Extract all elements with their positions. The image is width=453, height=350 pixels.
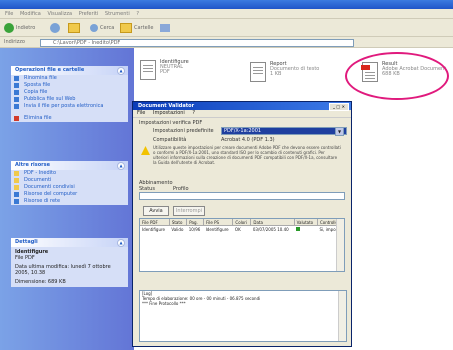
folder-up-icon xyxy=(68,22,80,33)
dialog-menu-help[interactable]: ? xyxy=(192,110,195,116)
highlight-ellipse xyxy=(345,52,449,100)
menu-favorites[interactable]: Preferiti xyxy=(79,11,99,17)
log-scrollbar[interactable] xyxy=(338,291,346,341)
place-pdf-inedito[interactable]: PDF - Inedito xyxy=(11,170,128,177)
profile-label: Impostazioni predefinite xyxy=(153,128,214,134)
menu-file[interactable]: File xyxy=(5,11,13,17)
address-input[interactable]: C:\Lavori\PDF - Inedito\PDF xyxy=(40,39,354,47)
verify-settings-label: Impostazioni verifica PDF xyxy=(139,120,203,126)
text-file-icon xyxy=(250,62,266,82)
results-scrollbar[interactable] xyxy=(336,219,344,271)
computer-icon xyxy=(14,192,19,197)
views-button[interactable] xyxy=(160,22,170,33)
dialog-window-controls[interactable]: _ □ ✕ xyxy=(329,103,349,111)
menu-help[interactable]: ? xyxy=(136,11,139,17)
cell-pages: 10/96 xyxy=(188,226,201,232)
warning-icon xyxy=(141,146,150,155)
results-list[interactable]: File PDF Stato Pag. File PS Colori Data … xyxy=(139,218,345,272)
menu-view[interactable]: Visualizza xyxy=(47,11,72,17)
back-button[interactable]: Indietro xyxy=(4,22,35,33)
log-output[interactable]: [Log] Tempo di elaborazione: 00 ore - 00… xyxy=(139,290,347,342)
tasks-panel: Operazioni file e cartelle ▲ Rinomina fi… xyxy=(11,66,128,122)
tasks-panel-header[interactable]: Operazioni file e cartelle ▲ xyxy=(11,66,128,75)
up-folder-button[interactable] xyxy=(68,22,80,33)
network-icon xyxy=(14,199,19,204)
details-type: File PDF xyxy=(15,255,35,261)
folder-icon xyxy=(14,185,19,190)
profile-description: Utilizzare queste impostazioni per crear… xyxy=(153,145,341,165)
copy-icon xyxy=(14,90,19,95)
task-email[interactable]: Invia il file per posta elettronica xyxy=(11,103,128,115)
place-risorse-computer[interactable]: Risorse del computer xyxy=(11,191,128,198)
place-risorse-rete[interactable]: Risorse di rete xyxy=(11,198,128,205)
dialog-menu-file[interactable]: File xyxy=(137,110,145,116)
details-modified: Data ultima modifica: lunedì 7 ottobre 2… xyxy=(15,264,111,276)
forward-arrow-icon xyxy=(50,22,60,33)
start-button[interactable]: Avvia xyxy=(143,206,169,216)
dialog-menu-settings[interactable]: Impostazioni xyxy=(153,110,185,116)
compat-value: Acrobat 4.0 (PDF 1.3) xyxy=(221,137,275,143)
dropdown-arrow-icon[interactable]: ▼ xyxy=(335,127,344,136)
task-copy[interactable]: Copia file xyxy=(11,89,128,96)
cell-file: Identifigure xyxy=(142,226,166,232)
search-icon xyxy=(90,23,98,32)
place-documenti-condivisi[interactable]: Documenti condivisi xyxy=(11,184,128,191)
task-rename[interactable]: Rinomina file xyxy=(11,75,128,82)
web-icon xyxy=(14,97,19,102)
attachments-field[interactable] xyxy=(139,192,345,200)
views-icon xyxy=(160,23,170,32)
rename-icon xyxy=(14,76,19,81)
search-button[interactable]: Cerca xyxy=(90,22,114,33)
address-label: Indirizzo xyxy=(4,39,25,45)
compat-label: Compatibilità xyxy=(153,137,187,143)
folder-icon xyxy=(14,171,19,176)
places-panel: Altre risorse ▲ PDF - Inedito Documenti … xyxy=(11,161,128,205)
menu-bar: File Modifica Visualizza Preferiti Strum… xyxy=(0,9,453,19)
cell-colors: OK xyxy=(234,226,241,232)
menu-tools[interactable]: Strumenti xyxy=(105,11,130,17)
back-arrow-icon xyxy=(4,22,14,33)
results-table: File PDF Stato Pag. File PS Colori Data … xyxy=(140,219,344,232)
task-delete[interactable]: Elimina file xyxy=(11,115,128,122)
collapse-icon[interactable]: ▲ xyxy=(117,239,125,247)
collapse-icon[interactable]: ▲ xyxy=(117,67,125,75)
task-pane: Operazioni file e cartelle ▲ Rinomina fi… xyxy=(0,48,134,350)
check-icon xyxy=(296,226,301,231)
stop-button[interactable]: Interrompi xyxy=(173,206,205,216)
dialog-title: Document Validator xyxy=(138,103,195,109)
toolbar: Indietro Cerca Cartelle xyxy=(0,19,453,37)
window-titlebar xyxy=(0,0,453,9)
details-size: Dimensione: 689 KB xyxy=(15,279,66,285)
folders-icon xyxy=(120,22,132,33)
details-body: Identifigure File PDF Data ultima modifi… xyxy=(11,247,128,287)
details-panel: Dettagli ▲ Identifigure File PDF Data ul… xyxy=(11,238,128,287)
folders-button[interactable]: Cartelle xyxy=(120,22,154,33)
place-documenti[interactable]: Documenti xyxy=(11,177,128,184)
cell-status: Valido xyxy=(171,226,184,232)
file-report[interactable]: Report Documento di testo 1 KB xyxy=(250,62,319,82)
table-row[interactable]: Identifigure Valido 10/96 Identifigure O… xyxy=(140,226,344,233)
log-line: *** Fine Protocollo *** xyxy=(142,301,186,306)
collapse-icon[interactable]: ▲ xyxy=(117,162,125,170)
task-publish[interactable]: Pubblica file sul Web xyxy=(11,96,128,103)
dialog-menu: File Impostazioni ? xyxy=(133,110,351,118)
cell-date: 03/07/2005 10.40 xyxy=(252,226,289,232)
details-panel-header[interactable]: Dettagli ▲ xyxy=(11,238,128,247)
delete-icon xyxy=(14,116,19,121)
menu-edit[interactable]: Modifica xyxy=(20,11,41,17)
move-icon xyxy=(14,83,19,88)
email-icon xyxy=(14,104,19,109)
cell-evaluated xyxy=(294,226,317,233)
file-identifigure[interactable]: Identifigure NEUTRAL PDF xyxy=(140,60,189,80)
profile-select[interactable]: PDF/X-1a:2001 xyxy=(221,127,347,135)
document-icon xyxy=(140,60,156,80)
places-panel-header[interactable]: Altre risorse ▲ xyxy=(11,161,128,170)
task-move[interactable]: Sposta file xyxy=(11,82,128,89)
validator-dialog: Document Validator _ □ ✕ File Impostazio… xyxy=(132,101,352,347)
dialog-titlebar: Document Validator _ □ ✕ xyxy=(133,102,351,111)
forward-button[interactable] xyxy=(50,22,60,33)
cell-ps: Identifigure xyxy=(205,226,229,232)
folder-icon xyxy=(14,178,19,183)
